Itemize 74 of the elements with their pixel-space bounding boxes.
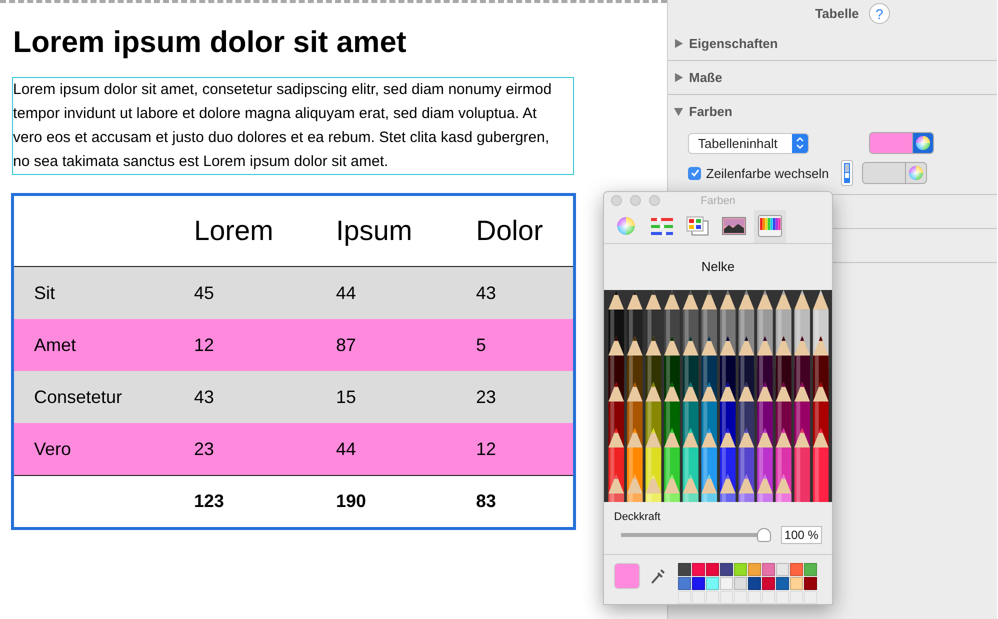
total-cell-text: 83 — [475, 491, 498, 512]
row-label: Sit — [33, 282, 56, 304]
row-label: Vero — [33, 438, 72, 460]
window-title: Farben — [700, 194, 736, 207]
table-cell-text: 15 — [335, 386, 358, 408]
color-swatch[interactable] — [706, 563, 719, 576]
checkbox-label[interactable]: Zeilenfarbe wechseln — [706, 166, 829, 180]
table-cell-text: 87 — [335, 334, 358, 356]
color-swatch[interactable] — [790, 577, 803, 590]
table-cell-text: 5 — [475, 334, 488, 356]
eyedropper-icon[interactable] — [650, 567, 666, 585]
stepper-arrows-icon — [796, 137, 804, 149]
color-swatch[interactable] — [790, 563, 803, 576]
color-swatch[interactable] — [804, 577, 817, 590]
section-header[interactable]: Farben — [689, 104, 732, 119]
color-swatch[interactable] — [720, 577, 733, 590]
row-label: Amet — [33, 334, 78, 356]
color-swatch[interactable] — [762, 577, 775, 590]
color-swatch[interactable] — [678, 577, 691, 590]
pencils-icon[interactable] — [754, 210, 786, 243]
color-swatch[interactable] — [776, 577, 789, 590]
color-swatch[interactable] — [692, 577, 705, 590]
data-table[interactable]: Lorem Ipsum Dolor Sit 45 44 43 Amet 12 87 5 Consetetur 43 15 23 Vero 23 44 12 123 190 83 — [11, 193, 576, 530]
table-cell-text: 43 — [193, 386, 216, 408]
table-cell-text: 12 — [193, 334, 216, 356]
color-swatch[interactable] — [762, 563, 775, 576]
close-button[interactable] — [611, 195, 622, 206]
pencils-drawing[interactable] — [604, 290, 832, 502]
color-well[interactable] — [869, 132, 934, 154]
column-header: Ipsum — [335, 215, 414, 247]
color-swatch[interactable] — [734, 577, 747, 590]
table-cell-text: 12 — [475, 438, 498, 460]
opacity-field[interactable]: 100 % — [780, 526, 822, 544]
color-wheel-icon[interactable] — [915, 135, 931, 151]
zoom-button[interactable] — [649, 195, 660, 206]
table-cell-text: 44 — [335, 282, 358, 304]
slider-thumb[interactable] — [756, 528, 771, 542]
column-header: Dolor — [475, 215, 544, 247]
color-swatch[interactable] — [804, 563, 817, 576]
color-swatch[interactable] — [748, 577, 761, 590]
color-swatch[interactable] — [678, 563, 691, 576]
color-swatch[interactable] — [706, 577, 719, 590]
current-color-swatch[interactable] — [614, 563, 640, 589]
total-cell-text: 123 — [193, 491, 226, 512]
table-cell-text: 45 — [193, 282, 216, 304]
panel-title: Tabelle — [815, 6, 859, 21]
opacity-label: Deckkraft — [614, 511, 660, 523]
color-swatch[interactable] — [734, 563, 747, 576]
expand-triangle-icon[interactable] — [674, 39, 683, 48]
expand-triangle-icon[interactable] — [674, 73, 683, 82]
color-swatch[interactable] — [776, 563, 789, 576]
color-swatch[interactable] — [692, 563, 705, 576]
section-header[interactable]: Maße — [689, 70, 722, 85]
minimize-button[interactable] — [630, 195, 641, 206]
table-cell-text: 43 — [475, 282, 498, 304]
color-well[interactable] — [862, 162, 927, 184]
checkbox[interactable] — [688, 166, 701, 180]
fill-popup[interactable]: Tabelleninhalt — [688, 132, 809, 154]
table-cell-text: 23 — [193, 438, 216, 460]
table-cell-text: 44 — [335, 438, 358, 460]
row-label: Consetetur — [33, 386, 124, 408]
total-cell-text: 190 — [335, 491, 368, 512]
color-swatch[interactable] — [720, 563, 733, 576]
color-name: Nelke — [701, 259, 735, 274]
collapse-triangle-icon[interactable] — [674, 107, 683, 116]
table-cell-text: 23 — [475, 386, 498, 408]
color-wheel-icon[interactable] — [908, 165, 924, 181]
body-paragraph: Lorem ipsum dolor sit amet, consetetur sadipscing elitr, sed diam nonumy eirmod tempor invidunt ut labore et dolore magna aliquyam erat, sed diam voluptua. At vero eos et accusam et justo duo dolores et ea rebum. Stet clita kasd gubergren, no sea takimata sanctus est Lorem ipsum dolor sit amet. — [12, 77, 574, 175]
document-heading: Lorem ipsum dolor sit amet — [13, 25, 408, 61]
row-stepper-icon[interactable] — [840, 160, 853, 186]
column-header: Lorem — [193, 215, 274, 247]
section-header[interactable]: Eigenschaften — [689, 36, 778, 51]
help-button[interactable]: ? — [868, 3, 890, 24]
color-swatch[interactable] — [748, 563, 761, 576]
